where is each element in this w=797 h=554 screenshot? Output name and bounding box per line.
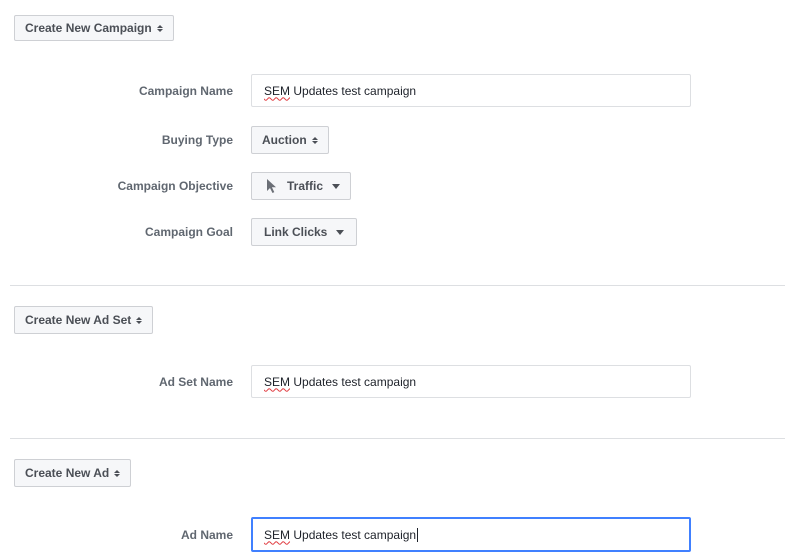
campaign-goal-dropdown[interactable]: Link Clicks (251, 218, 358, 246)
campaign-goal-value: Link Clicks (264, 225, 328, 239)
ad-set-name-label: Ad Set Name (158, 375, 233, 389)
ad-set-name-value: Updates test campaign (290, 374, 417, 389)
section-divider (10, 438, 785, 439)
create-new-ad-button[interactable]: Create New Ad (14, 459, 132, 487)
spellcheck-word: SEM (264, 374, 291, 389)
buying-type-dropdown[interactable]: Auction (251, 126, 329, 154)
up-down-arrows-icon (156, 23, 163, 33)
create-new-ad-set-label: Create New Ad Set (25, 313, 132, 327)
up-down-arrows-icon (311, 135, 318, 145)
buying-type-label: Buying Type (161, 133, 233, 147)
create-new-ad-set-button[interactable]: Create New Ad Set (14, 306, 154, 334)
section-divider (10, 285, 785, 286)
campaign-objective-value: Traffic (287, 179, 324, 193)
campaign-name-value: Updates test campaign (290, 83, 417, 98)
ad-set-name-input[interactable]: SEM Updates test campaign (251, 365, 691, 398)
ad-name-label: Ad Name (180, 528, 233, 542)
spellcheck-word: SEM (264, 83, 291, 98)
campaign-objective-dropdown[interactable]: Traffic (251, 172, 352, 200)
text-cursor (417, 527, 419, 542)
ad-name-value: Updates test campaign (290, 527, 417, 542)
up-down-arrows-icon (136, 315, 143, 325)
campaign-goal-label: Campaign Goal (144, 225, 233, 239)
chevron-down-icon (336, 229, 345, 235)
ad-name-input[interactable]: SEM Updates test campaign (251, 517, 691, 552)
buying-type-value: Auction (262, 133, 307, 147)
cursor-pointer-icon (266, 178, 278, 194)
create-new-campaign-label: Create New Campaign (25, 21, 152, 35)
up-down-arrows-icon (114, 468, 121, 478)
create-new-ad-label: Create New Ad (25, 466, 110, 480)
campaign-objective-label: Campaign Objective (117, 179, 233, 193)
campaign-name-input[interactable]: SEM Updates test campaign (251, 74, 691, 107)
campaign-name-label: Campaign Name (138, 84, 233, 98)
chevron-down-icon (332, 183, 341, 189)
create-new-campaign-button[interactable]: Create New Campaign (14, 15, 174, 41)
spellcheck-word: SEM (264, 527, 291, 542)
